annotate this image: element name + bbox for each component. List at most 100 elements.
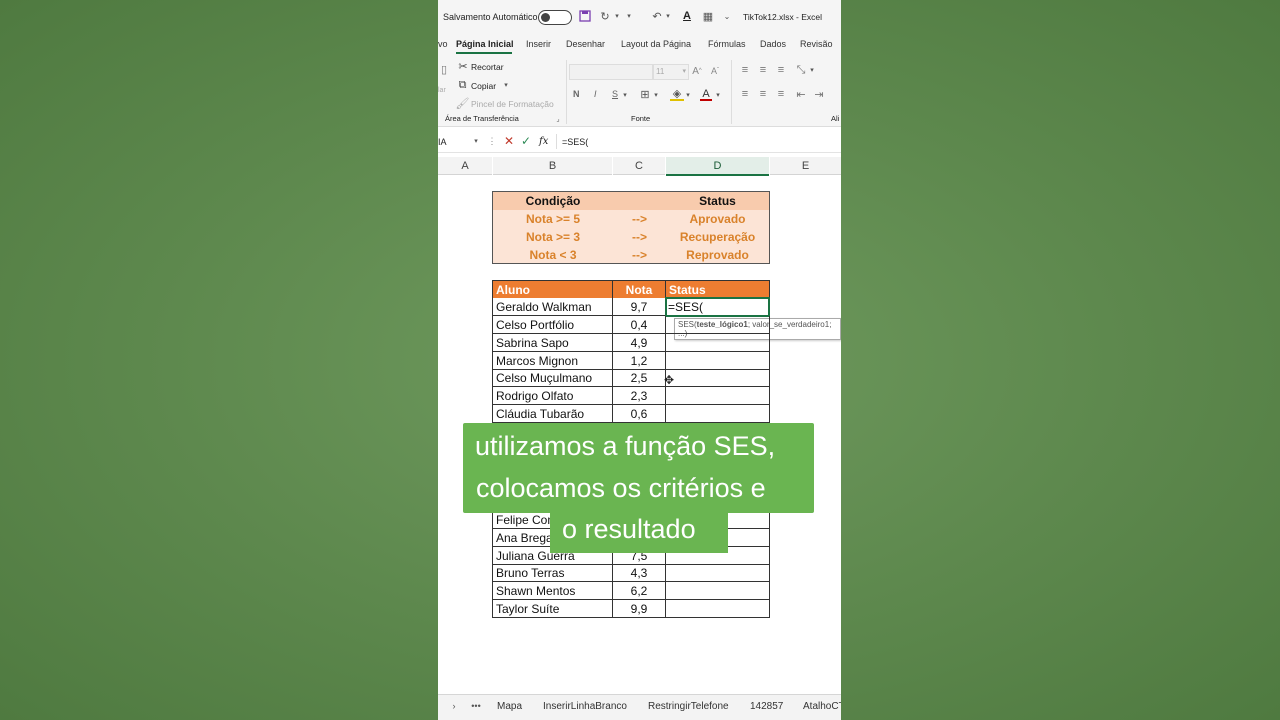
student-name[interactable]: Sabrina Sapo	[493, 334, 613, 352]
save-icon[interactable]	[578, 9, 592, 23]
column-header-d[interactable]: D	[666, 157, 769, 176]
align-middle-icon[interactable]: ≡	[756, 64, 770, 76]
grades-header-grade[interactable]: Nota	[613, 281, 666, 298]
orientation-dropdown-icon[interactable]: ▾	[808, 64, 816, 76]
tab-page-layout[interactable]: Layout da Página	[621, 39, 691, 49]
tab-draw[interactable]: Desenhar	[566, 39, 605, 49]
student-name[interactable]: Geraldo Walkman	[493, 298, 613, 316]
student-name[interactable]: Rodrigo Olfato	[493, 387, 613, 405]
borders-icon[interactable]: ⊞	[638, 88, 652, 101]
format-painter-button[interactable]: Pincel de Formatação	[471, 99, 554, 109]
align-top-icon[interactable]: ≡	[738, 64, 752, 76]
cancel-icon[interactable]: ✕	[502, 134, 516, 148]
criteria-condition[interactable]: Nota < 3	[493, 246, 613, 263]
font-name-box[interactable]	[569, 64, 653, 80]
sheet-tab[interactable]: 142857	[750, 701, 783, 712]
undo-dropdown-icon[interactable]: ▾	[664, 9, 672, 23]
formula-input[interactable]: =SES(	[562, 137, 588, 147]
tab-data[interactable]: Dados	[760, 39, 786, 49]
active-cell-d[interactable]: =SES(	[665, 297, 770, 317]
sheet-tab[interactable]: Mapa	[497, 701, 522, 712]
sheet-tab[interactable]: RestringirTelefone	[648, 701, 729, 712]
tab-home[interactable]: Página Inicial	[456, 39, 514, 49]
format-painter-icon[interactable]: 🖌	[456, 97, 470, 110]
align-left-icon[interactable]: ≡	[738, 88, 752, 100]
column-header-c[interactable]: C	[613, 157, 665, 175]
student-grade[interactable]: 6,2	[613, 582, 666, 600]
borders-dropdown-icon[interactable]: ▾	[652, 89, 660, 101]
tab-formulas[interactable]: Fórmulas	[708, 39, 746, 49]
column-header-a[interactable]: A	[438, 157, 492, 175]
status-cell[interactable]	[666, 405, 770, 423]
copy-icon[interactable]: ⧉	[457, 79, 468, 91]
student-name[interactable]: Marcos Mignon	[493, 352, 613, 370]
student-name[interactable]: Celso Portfólio	[493, 316, 613, 334]
student-name[interactable]: Celso Muçulmano	[493, 370, 613, 387]
font-color-icon[interactable]: A	[680, 9, 694, 23]
more-sheets-icon[interactable]: •••	[470, 700, 482, 712]
criteria-status[interactable]: Reprovado	[666, 246, 769, 263]
status-cell[interactable]	[666, 334, 770, 352]
student-name[interactable]: Shawn Mentos	[493, 582, 613, 600]
status-cell[interactable]	[666, 316, 770, 334]
customize-toolbar-icon[interactable]: ⌄	[722, 9, 732, 23]
underline-dropdown-icon[interactable]: ▾	[621, 89, 629, 101]
student-grade[interactable]: 2,5	[613, 370, 666, 387]
copy-dropdown-icon[interactable]: ▾	[502, 79, 510, 91]
scissors-icon[interactable]: ✂	[458, 60, 468, 73]
status-cell[interactable]	[666, 600, 770, 618]
student-name[interactable]: Taylor Suíte	[493, 600, 613, 618]
decrease-indent-icon[interactable]: ⇤	[794, 88, 808, 101]
criteria-status[interactable]: Aprovado	[666, 210, 769, 228]
redo-dropdown-icon[interactable]: ▾	[613, 9, 621, 23]
tab-insert[interactable]: Inserir	[526, 39, 551, 49]
align-bottom-icon[interactable]: ≡	[774, 64, 788, 76]
criteria-arrow[interactable]: -->	[613, 246, 666, 263]
name-box-dropdown-icon[interactable]: ▾	[472, 135, 480, 147]
orientation-icon[interactable]: ⤡	[794, 64, 808, 76]
student-name[interactable]: Bruno Terras	[493, 565, 613, 582]
criteria-header-status[interactable]: Status	[666, 192, 769, 210]
autosave-toggle[interactable]	[538, 10, 572, 25]
tab-file[interactable]: vo	[438, 39, 448, 49]
sheet-tab[interactable]: InserirLinhaBranco	[543, 701, 627, 712]
student-grade[interactable]: 1,2	[613, 352, 666, 370]
font-size-box[interactable]: 11 ▾	[653, 64, 689, 80]
column-header-e[interactable]: E	[770, 157, 841, 175]
status-cell[interactable]	[666, 582, 770, 600]
criteria-condition[interactable]: Nota >= 3	[493, 228, 613, 246]
insert-function-button[interactable]: fx	[539, 136, 548, 147]
clipboard-launcher-icon[interactable]: ⌟	[554, 114, 562, 124]
student-grade[interactable]: 4,3	[613, 565, 666, 582]
enter-icon[interactable]: ✓	[519, 134, 533, 148]
status-cell[interactable]	[666, 352, 770, 370]
paste-icon[interactable]: ▯	[438, 62, 450, 76]
text-color-dropdown-icon[interactable]: ▾	[714, 89, 722, 101]
cut-button[interactable]: Recortar	[471, 62, 504, 72]
increase-indent-icon[interactable]: ⇥	[812, 88, 826, 101]
student-grade[interactable]: 9,7	[613, 298, 666, 316]
status-cell[interactable]	[666, 370, 770, 387]
student-grade[interactable]: 9,9	[613, 600, 666, 618]
undo-icon[interactable]: ↶	[650, 9, 664, 23]
student-grade[interactable]: 0,6	[613, 405, 666, 423]
font-size-dropdown-icon[interactable]: ▾	[682, 67, 686, 75]
align-center-icon[interactable]: ≡	[756, 88, 770, 100]
italic-button[interactable]: I	[594, 89, 597, 99]
student-grade[interactable]: 0,4	[613, 316, 666, 334]
criteria-condition[interactable]: Nota >= 5	[493, 210, 613, 228]
grades-header-status[interactable]: Status	[666, 281, 770, 298]
fill-color-icon[interactable]: ◈	[670, 88, 684, 101]
align-right-icon[interactable]: ≡	[774, 88, 788, 100]
bold-button[interactable]: N	[573, 89, 580, 99]
criteria-arrow[interactable]: -->	[613, 210, 666, 228]
student-grade[interactable]: 4,9	[613, 334, 666, 352]
increase-font-icon[interactable]: A ^	[690, 64, 704, 78]
decrease-font-icon[interactable]: Aˇ	[708, 64, 722, 78]
table-icon[interactable]: ▦	[701, 9, 715, 23]
copy-button[interactable]: Copiar	[471, 81, 496, 91]
name-box[interactable]: IA	[438, 137, 447, 147]
criteria-status[interactable]: Recuperação	[666, 228, 769, 246]
underline-button[interactable]: S	[612, 89, 618, 99]
status-cell[interactable]	[666, 387, 770, 405]
